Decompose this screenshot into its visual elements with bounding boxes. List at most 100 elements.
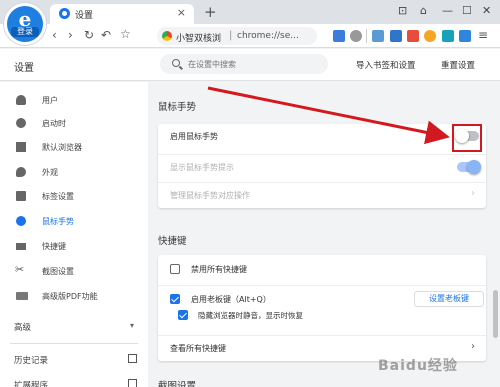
gear-icon bbox=[59, 8, 70, 19]
sidebar-item-pdf[interactable]: 高级版PDF功能 bbox=[0, 286, 148, 306]
chevron-down-icon[interactable]: ▾ bbox=[130, 321, 134, 330]
sidebar-extensions-link[interactable]: 扩展程序 bbox=[14, 379, 48, 387]
zoom-icon[interactable] bbox=[350, 30, 362, 42]
disable-all-shortcuts-checkbox[interactable] bbox=[170, 264, 180, 274]
sidebar-item-label: 标签设置 bbox=[42, 192, 74, 201]
new-tab-button[interactable]: + bbox=[204, 3, 217, 21]
title-bar: 设置 × + ⊡ ⌂ — ☐ ✕ bbox=[0, 0, 500, 24]
palette-icon bbox=[16, 167, 26, 177]
search-input[interactable] bbox=[188, 57, 318, 71]
search-icon bbox=[172, 59, 180, 67]
import-bookmarks-button[interactable]: 导入书签和设置 bbox=[356, 59, 416, 71]
address-separator: | bbox=[229, 30, 233, 41]
sidebar-item-user[interactable]: 用户 bbox=[0, 90, 148, 110]
reset-settings-button[interactable]: 重置设置 bbox=[441, 59, 475, 71]
skin-icon[interactable]: ⌂ bbox=[420, 4, 427, 17]
disable-all-shortcuts-row[interactable]: 禁用所有快捷键 bbox=[158, 257, 486, 281]
tab-icon bbox=[16, 191, 26, 201]
undo-close-button[interactable]: ↶ bbox=[101, 28, 111, 42]
pin-window-icon[interactable]: ⊡ bbox=[398, 4, 407, 17]
sidebar-item-tabs[interactable]: 标签设置 bbox=[0, 186, 148, 206]
set-boss-key-button[interactable]: 设置老板键 bbox=[414, 291, 484, 307]
sidebar-item-default-browser[interactable]: 默认浏览器 bbox=[0, 137, 148, 157]
sidebar-item-appearance[interactable]: 外观 bbox=[0, 162, 148, 182]
forward-button[interactable]: › bbox=[68, 28, 73, 42]
chevron-right-icon: › bbox=[471, 188, 475, 199]
power-icon bbox=[16, 118, 26, 128]
gesture-hint-label: 显示鼠标手势提示 bbox=[170, 163, 234, 172]
sidebar-item-label: 启动时 bbox=[42, 119, 66, 128]
external-link-icon[interactable] bbox=[128, 379, 137, 387]
boss-key-checkbox[interactable] bbox=[170, 294, 180, 304]
enable-mouse-gesture-label: 启用鼠标手势 bbox=[170, 132, 218, 141]
mouse-icon bbox=[16, 216, 26, 226]
sidebar-item-screenshot[interactable]: ✂ 截图设置 bbox=[0, 261, 148, 281]
menu-icon[interactable]: ≡ bbox=[478, 28, 490, 42]
toolbar: ‹ › ↻ ↶ ☆ 小智双核浏 | chrome://se... ≡ bbox=[0, 24, 500, 48]
sidebar: 用户 启动时 默认浏览器 外观 标签设置 鼠标手势 快捷键 ✂ 截图设置 高级版… bbox=[0, 82, 148, 387]
sidebar-item-label: 鼠标手势 bbox=[42, 217, 74, 226]
page-title: 设置 bbox=[14, 63, 34, 74]
scissors-icon: ✂ bbox=[15, 263, 25, 276]
bookmark-star-icon[interactable]: ☆ bbox=[120, 27, 131, 41]
close-tab-icon[interactable]: × bbox=[177, 6, 186, 19]
shortcuts-card: 禁用所有快捷键 启用老板键（Alt+Q） 设置老板键 隐藏浏览器时静音，显示时恢… bbox=[158, 255, 486, 361]
annotation-highlight-box bbox=[452, 124, 482, 152]
translate-icon[interactable] bbox=[390, 30, 402, 42]
site-name: 小智双核浏 bbox=[176, 34, 222, 44]
toggle-knob bbox=[467, 160, 481, 174]
mouse-gesture-card: 启用鼠标手势 显示鼠标手势提示 管理鼠标手势对应操作 › bbox=[158, 124, 486, 208]
close-window-icon[interactable]: ✕ bbox=[482, 4, 491, 17]
minimize-icon[interactable]: — bbox=[442, 4, 453, 17]
baidu-watermark: Baidu经验 bbox=[378, 358, 458, 374]
tab-title: 设置 bbox=[75, 11, 94, 21]
address-bar[interactable]: 小智双核浏 | chrome://se... bbox=[157, 27, 317, 45]
enable-mouse-gesture-row[interactable]: 启用鼠标手势 bbox=[158, 124, 486, 148]
settings-search[interactable] bbox=[160, 54, 328, 74]
settings-header: 设置 导入书签和设置 重置设置 bbox=[0, 49, 500, 81]
chevron-right-icon[interactable]: › bbox=[471, 341, 475, 352]
screenshot-icon[interactable] bbox=[442, 30, 454, 42]
sidebar-item-label: 截图设置 bbox=[42, 267, 74, 276]
gesture-hint-row: 显示鼠标手势提示 bbox=[158, 154, 486, 178]
sidebar-item-shortcuts[interactable]: 快捷键 bbox=[0, 236, 148, 256]
sidebar-item-startup[interactable]: 启动时 bbox=[0, 113, 148, 133]
sidebar-divider bbox=[10, 343, 138, 344]
sidebar-item-label: 默认浏览器 bbox=[42, 143, 82, 152]
sidebar-item-label: 外观 bbox=[42, 168, 58, 177]
manage-gestures-row: 管理鼠标手势对应操作 › bbox=[158, 182, 486, 206]
pdf-icon bbox=[16, 292, 28, 300]
manage-gestures-label: 管理鼠标手势对应操作 bbox=[170, 191, 250, 200]
boss-key-row: 启用老板键（Alt+Q） 设置老板键 隐藏浏览器时静音，显示时恢复 bbox=[158, 285, 486, 325]
section-title-screenshot: 截图设置 bbox=[158, 381, 197, 387]
reload-button[interactable]: ↻ bbox=[84, 28, 94, 42]
sidebar-advanced[interactable]: 高级 bbox=[14, 321, 31, 333]
mute-on-hide-checkbox[interactable] bbox=[178, 310, 188, 320]
extension-icon[interactable] bbox=[372, 30, 384, 42]
pdf-icon[interactable] bbox=[407, 30, 419, 42]
reader-icon[interactable] bbox=[333, 30, 345, 42]
person-icon bbox=[16, 95, 26, 105]
download-icon[interactable] bbox=[459, 30, 471, 42]
maximize-icon[interactable]: ☐ bbox=[462, 4, 472, 17]
tab-settings[interactable]: 设置 × bbox=[50, 4, 194, 24]
url-text[interactable]: chrome://se... bbox=[237, 31, 309, 41]
scrollbar-thumb[interactable] bbox=[493, 290, 498, 338]
sidebar-history-link[interactable]: 历史记录 bbox=[14, 354, 48, 366]
back-button[interactable]: ‹ bbox=[52, 28, 57, 42]
night-mode-icon[interactable] bbox=[424, 30, 436, 42]
boss-key-label: 启用老板键（Alt+Q） bbox=[191, 295, 271, 304]
site-icon bbox=[162, 31, 172, 41]
login-label[interactable]: 登录 bbox=[11, 27, 39, 37]
sidebar-item-mouse-gesture[interactable]: 鼠标手势 bbox=[0, 211, 148, 231]
external-link-icon[interactable] bbox=[128, 354, 137, 363]
sidebar-item-label: 快捷键 bbox=[42, 242, 66, 251]
gesture-hint-toggle bbox=[457, 160, 481, 174]
view-all-shortcuts-label: 查看所有快捷键 bbox=[170, 344, 226, 353]
browser-icon bbox=[16, 142, 26, 152]
disable-all-shortcuts-label: 禁用所有快捷键 bbox=[191, 265, 247, 274]
sidebar-item-label: 用户 bbox=[42, 96, 58, 105]
sidebar-item-label: 高级版PDF功能 bbox=[42, 292, 98, 301]
browser-logo[interactable]: e 登录 bbox=[4, 3, 46, 45]
toolbar-divider bbox=[366, 29, 367, 43]
